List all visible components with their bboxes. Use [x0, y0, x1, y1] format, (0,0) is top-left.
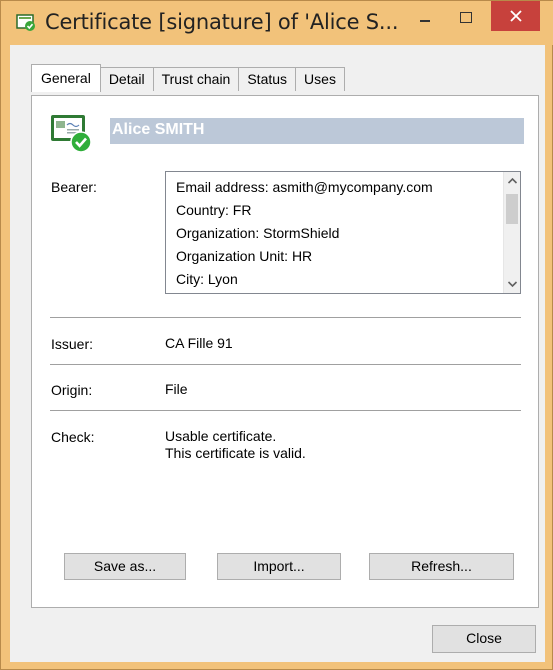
bearer-scrollbar[interactable]	[503, 172, 520, 293]
issuer-label: Issuer:	[51, 336, 94, 352]
divider	[50, 410, 521, 411]
divider	[50, 364, 521, 365]
scroll-down-arrow-icon[interactable]	[504, 276, 520, 293]
bearer-email: Email address: asmith@mycompany.com	[176, 179, 433, 195]
bearer-country: Country: FR	[176, 202, 252, 218]
scroll-thumb[interactable]	[506, 194, 518, 224]
tab-strip: General Detail Trust chain Status Uses	[31, 64, 345, 92]
origin-label: Origin:	[51, 382, 93, 398]
check-status-line1: Usable certificate.	[165, 428, 277, 444]
bearer-city: City: Lyon	[176, 271, 238, 287]
window-title: Certificate [signature] of 'Alice S...	[45, 10, 399, 34]
tab-trust-chain[interactable]: Trust chain	[152, 67, 240, 91]
origin-value: File	[165, 381, 188, 397]
tab-uses[interactable]: Uses	[295, 67, 345, 91]
close-button[interactable]: Close	[432, 625, 536, 653]
tab-general[interactable]: General	[31, 64, 101, 92]
certificate-check-icon	[16, 14, 36, 32]
check-label: Check:	[51, 429, 95, 445]
bearer-label: Bearer:	[51, 179, 97, 195]
refresh-button[interactable]: Refresh...	[369, 553, 514, 580]
tab-detail[interactable]: Detail	[99, 67, 154, 91]
maximize-button[interactable]	[448, 1, 481, 31]
bearer-organization: Organization: StormShield	[176, 225, 340, 241]
subject-name-highlight: Alice SMITH	[110, 118, 524, 144]
tab-status[interactable]: Status	[238, 67, 297, 91]
bearer-listbox[interactable]: Email address: asmith@mycompany.com Coun…	[165, 171, 521, 294]
certificate-valid-icon	[50, 113, 92, 153]
close-window-button[interactable]	[491, 1, 540, 31]
general-tab-panel: Alice SMITH Bearer: Email address: asmit…	[31, 95, 539, 608]
subject-name: Alice SMITH	[112, 121, 205, 138]
bearer-organization-unit: Organization Unit: HR	[176, 248, 313, 264]
check-status-line2: This certificate is valid.	[165, 445, 306, 461]
scroll-up-arrow-icon[interactable]	[504, 172, 520, 189]
certificate-window: Certificate [signature] of 'Alice S... G…	[0, 0, 553, 670]
close-icon	[510, 10, 522, 22]
dialog-client-area: General Detail Trust chain Status Uses A…	[10, 45, 545, 662]
bearer-lines: Email address: asmith@mycompany.com Coun…	[176, 176, 433, 291]
issuer-value: CA Fille 91	[165, 335, 233, 351]
save-as-button[interactable]: Save as...	[64, 553, 186, 580]
divider	[50, 317, 521, 318]
import-button[interactable]: Import...	[217, 553, 341, 580]
minimize-button[interactable]	[408, 1, 441, 31]
title-bar[interactable]: Certificate [signature] of 'Alice S...	[1, 1, 553, 45]
